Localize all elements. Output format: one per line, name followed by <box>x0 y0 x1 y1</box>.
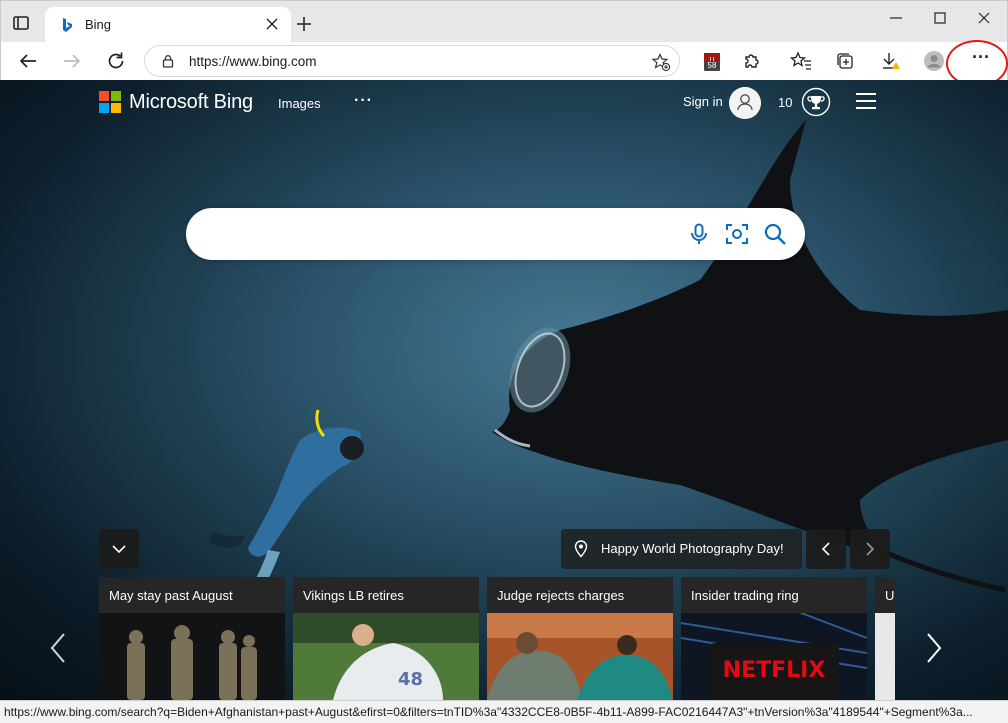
news-card[interactable]: Judge rejects charges <box>487 577 673 700</box>
browser-toolbar: https://www.bing.com U <box>0 42 1008 80</box>
search-icon[interactable] <box>763 222 787 246</box>
news-headline[interactable]: May stay past August <box>99 577 285 613</box>
news-card[interactable]: Insider trading ring NETFLIX <box>681 577 867 700</box>
chevron-down-icon[interactable] <box>99 529 139 569</box>
location-pin-icon <box>574 540 588 558</box>
user-avatar-icon[interactable] <box>729 87 761 119</box>
visual-search-icon[interactable] <box>725 222 749 246</box>
minimize-icon[interactable] <box>885 9 907 27</box>
collections-icon[interactable] <box>834 50 856 72</box>
news-image <box>875 613 895 700</box>
nav-images-link[interactable]: Images <box>278 96 321 111</box>
tab-bing[interactable]: Bing <box>45 7 291 43</box>
news-card[interactable]: May stay past August <box>99 577 285 700</box>
puzzle-icon[interactable] <box>741 50 763 72</box>
close-icon[interactable] <box>265 17 279 31</box>
microphone-icon[interactable] <box>687 222 711 246</box>
forward-arrow-icon[interactable] <box>61 50 83 72</box>
news-image-courtroom <box>487 613 673 700</box>
close-icon[interactable] <box>973 9 995 27</box>
bing-homepage: Microsoft Bing Images ··· Sign in 10 Hap… <box>0 80 1008 700</box>
news-card[interactable]: Vikings LB retires 48 <box>293 577 479 700</box>
netflix-logo-text: NETFLIX <box>723 658 826 683</box>
plus-icon[interactable] <box>295 15 313 33</box>
download-icon[interactable] <box>879 50 901 72</box>
profile-icon[interactable] <box>923 50 945 72</box>
rewards-count[interactable]: 10 <box>778 95 792 110</box>
title-bar: Bing <box>0 0 1008 43</box>
sign-in-link[interactable]: Sign in <box>683 94 723 109</box>
news-image-netflix: NETFLIX <box>681 613 867 700</box>
tab-actions-icon[interactable] <box>11 13 31 33</box>
url-text[interactable]: https://www.bing.com <box>189 54 317 69</box>
address-bar[interactable]: https://www.bing.com <box>144 45 680 77</box>
chevron-right-icon[interactable] <box>850 529 890 569</box>
refresh-icon[interactable] <box>105 50 127 72</box>
bing-favicon <box>63 18 72 32</box>
jersey-number: 48 <box>398 669 423 690</box>
tab-title: Bing <box>85 17 112 32</box>
news-image-soldiers <box>99 613 285 700</box>
news-headline[interactable]: Insider trading ring <box>681 577 867 613</box>
search-input[interactable] <box>206 220 666 248</box>
back-arrow-icon[interactable] <box>17 50 39 72</box>
chevron-left-icon[interactable] <box>806 529 846 569</box>
news-headline[interactable]: Vikings LB retires <box>293 577 479 613</box>
lock-icon[interactable] <box>161 54 175 68</box>
favorite-add-icon[interactable] <box>651 52 671 72</box>
news-headline[interactable]: U <box>875 577 895 613</box>
brand-name: Microsoft Bing <box>129 91 253 113</box>
search-box <box>186 208 805 260</box>
status-bar-url: https://www.bing.com/search?q=Biden+Afgh… <box>0 700 1008 723</box>
news-card[interactable]: U <box>875 577 895 700</box>
carousel-next-icon[interactable] <box>922 628 946 668</box>
news-image-football: 48 <box>293 613 479 700</box>
trophy-icon[interactable] <box>801 87 831 117</box>
image-caption[interactable]: Happy World Photography Day! <box>601 541 784 556</box>
settings-more-button[interactable]: ··· <box>966 46 996 74</box>
image-info-pill[interactable]: Happy World Photography Day! <box>561 529 802 569</box>
menu-icon[interactable] <box>856 93 876 111</box>
favorites-icon[interactable] <box>790 50 812 72</box>
nav-more-button[interactable]: ··· <box>354 92 373 110</box>
news-headline[interactable]: Judge rejects charges <box>487 577 673 613</box>
extension-badge: 58 <box>704 61 720 71</box>
maximize-icon[interactable] <box>929 9 951 27</box>
microsoft-logo-icon <box>99 91 121 113</box>
carousel-prev-icon[interactable] <box>46 628 70 668</box>
